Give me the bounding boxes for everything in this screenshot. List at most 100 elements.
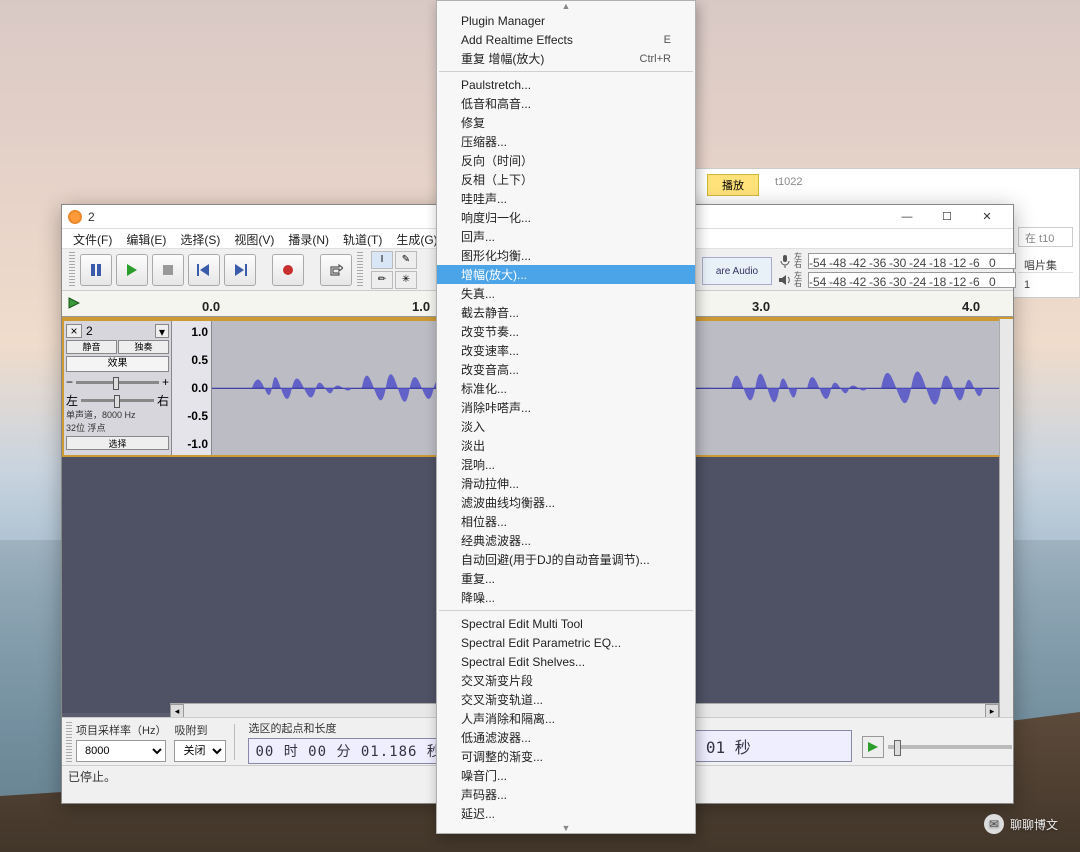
menu-item[interactable]: 反相（上下）	[437, 170, 695, 189]
menu-轨道(T)[interactable]: 轨道(T)	[336, 229, 389, 248]
record-meter[interactable]: -54-48-42-36-30-24-18-12-60	[808, 253, 1016, 269]
minimize-button[interactable]: —	[887, 206, 927, 228]
gain-slider[interactable]: −+	[66, 374, 169, 390]
selection-start-time[interactable]: 00 时 00 分 01.186 秒	[248, 738, 448, 764]
menu-item[interactable]: 修复	[437, 113, 695, 132]
track-menu-button[interactable]: ▾	[155, 324, 169, 338]
menu-item[interactable]: 滑动拉伸...	[437, 474, 695, 493]
menu-item[interactable]: Spectral Edit Parametric EQ...	[437, 633, 695, 652]
menu-item[interactable]: 哇哇声...	[437, 189, 695, 208]
toolbar-grip[interactable]	[69, 252, 75, 288]
play-at-speed-button[interactable]	[862, 736, 884, 758]
share-audio-button[interactable]: are Audio	[702, 257, 772, 285]
menu-item[interactable]: Spectral Edit Shelves...	[437, 652, 695, 671]
project-rate-select[interactable]: 8000	[76, 740, 166, 762]
playback-speed-slider[interactable]	[888, 745, 1012, 749]
external-search[interactable]: 在 t10	[1018, 227, 1073, 247]
menu-item[interactable]: 标准化...	[437, 379, 695, 398]
scroll-right-button[interactable]: ▸	[985, 704, 999, 718]
menu-item[interactable]: 截去静音...	[437, 303, 695, 322]
playback-meter[interactable]: -54-48-42-36-30-24-18-12-60	[808, 272, 1016, 288]
external-tab-active[interactable]: 播放	[707, 174, 759, 196]
menu-item[interactable]: 回声...	[437, 227, 695, 246]
menu-item[interactable]: Plugin Manager	[437, 11, 695, 30]
menu-item[interactable]: Add Realtime EffectsE	[437, 30, 695, 49]
menu-item[interactable]: 增幅(放大)...	[437, 265, 695, 284]
menu-item[interactable]: 响度归一化...	[437, 208, 695, 227]
selbar-grip[interactable]	[66, 722, 72, 762]
menu-item[interactable]: 淡出	[437, 436, 695, 455]
draw-tool-icon[interactable]: ✏	[371, 271, 393, 289]
external-tab-inactive[interactable]: t1022	[761, 174, 817, 190]
skip-end-button[interactable]	[224, 254, 256, 286]
snap-select[interactable]: 关闭	[174, 740, 226, 762]
toolbar-grip-2[interactable]	[357, 252, 363, 288]
ruler-playhead-icon[interactable]	[68, 297, 80, 309]
menu-item[interactable]: 声码器...	[437, 785, 695, 804]
stop-button[interactable]	[152, 254, 184, 286]
menu-item[interactable]: 反向（时间）	[437, 151, 695, 170]
menu-item[interactable]: 图形化均衡...	[437, 246, 695, 265]
vertical-scrollbar[interactable]	[999, 319, 1013, 719]
multi-tool-icon[interactable]: ✳	[395, 271, 417, 289]
effects-button[interactable]: 效果	[66, 356, 169, 372]
track-close-button[interactable]: ×	[66, 324, 82, 338]
snap-label: 吸附到	[174, 722, 226, 738]
menu-item[interactable]: 改变速率...	[437, 341, 695, 360]
pause-button[interactable]	[80, 254, 112, 286]
menu-播录(N)[interactable]: 播录(N)	[281, 229, 336, 248]
skip-start-button[interactable]	[188, 254, 220, 286]
loop-button[interactable]	[320, 254, 352, 286]
mute-button[interactable]: 静音	[66, 340, 117, 354]
menu-item[interactable]: Paulstretch...	[437, 75, 695, 94]
play-button[interactable]	[116, 254, 148, 286]
effects-menu[interactable]: ▲ Plugin ManagerAdd Realtime EffectsE重复 …	[436, 0, 696, 834]
speaker-icon[interactable]	[778, 273, 792, 287]
menu-item[interactable]: 经典滤波器...	[437, 531, 695, 550]
menu-item[interactable]: 滤波曲线均衡器...	[437, 493, 695, 512]
menu-item[interactable]: 改变音高...	[437, 360, 695, 379]
menu-item[interactable]: 消除咔嗒声...	[437, 398, 695, 417]
menu-item[interactable]: 压缩器...	[437, 132, 695, 151]
menu-item[interactable]: 相位器...	[437, 512, 695, 531]
solo-button[interactable]: 独奏	[118, 340, 169, 354]
amplitude-scale[interactable]: 1.00.50.0-0.5-1.0	[172, 321, 212, 455]
menu-item[interactable]: 自动回避(用于DJ的自动音量调节)...	[437, 550, 695, 569]
menu-选择(S)[interactable]: 选择(S)	[173, 229, 227, 248]
track-name[interactable]: 2	[84, 324, 155, 338]
menu-item[interactable]: 淡入	[437, 417, 695, 436]
menu-item[interactable]: 低通滤波器...	[437, 728, 695, 747]
track-header[interactable]: × 2 ▾ 静音 独奏 效果 −+ 左右 单声道，8000 Hz 32位 浮点 …	[64, 321, 172, 455]
menu-文件(F)[interactable]: 文件(F)	[66, 229, 119, 248]
menu-item[interactable]: 人声消除和隔离...	[437, 709, 695, 728]
menu-编辑(E)[interactable]: 编辑(E)	[119, 229, 173, 248]
maximize-button[interactable]: ☐	[927, 206, 967, 228]
amp-label: -0.5	[187, 409, 208, 423]
external-column-header[interactable]: 唱片集	[1018, 255, 1073, 273]
menu-视图(V)[interactable]: 视图(V)	[227, 229, 281, 248]
menu-scroll-up-icon[interactable]: ▲	[437, 1, 695, 11]
menu-item[interactable]: 失真...	[437, 284, 695, 303]
menu-item[interactable]: 交叉渐变轨道...	[437, 690, 695, 709]
menu-item[interactable]: 混响...	[437, 455, 695, 474]
menu-item[interactable]: 噪音门...	[437, 766, 695, 785]
pan-slider[interactable]: 左右	[66, 392, 169, 408]
menu-item[interactable]: 重复...	[437, 569, 695, 588]
menu-item[interactable]: 交叉渐变片段	[437, 671, 695, 690]
envelope-tool-icon[interactable]: ✎	[395, 251, 417, 269]
record-button[interactable]	[272, 254, 304, 286]
selection-tool-icon[interactable]: I	[371, 251, 393, 269]
menu-item[interactable]: 重复 增幅(放大)Ctrl+R	[437, 49, 695, 68]
menu-item[interactable]: 改变节奏...	[437, 322, 695, 341]
menu-item[interactable]: Spectral Edit Multi Tool	[437, 614, 695, 633]
menu-item[interactable]: 低音和高音...	[437, 94, 695, 113]
ruler-label: 1.0	[412, 299, 430, 314]
close-button[interactable]: ✕	[967, 206, 1007, 228]
menu-item[interactable]: 延迟...	[437, 804, 695, 823]
track-select-button[interactable]: 选择	[66, 436, 169, 450]
scroll-left-button[interactable]: ◂	[170, 704, 184, 718]
menu-scroll-down-icon[interactable]: ▼	[437, 823, 695, 833]
menu-item[interactable]: 降噪...	[437, 588, 695, 607]
mic-icon[interactable]	[778, 254, 792, 268]
menu-item[interactable]: 可调整的渐变...	[437, 747, 695, 766]
